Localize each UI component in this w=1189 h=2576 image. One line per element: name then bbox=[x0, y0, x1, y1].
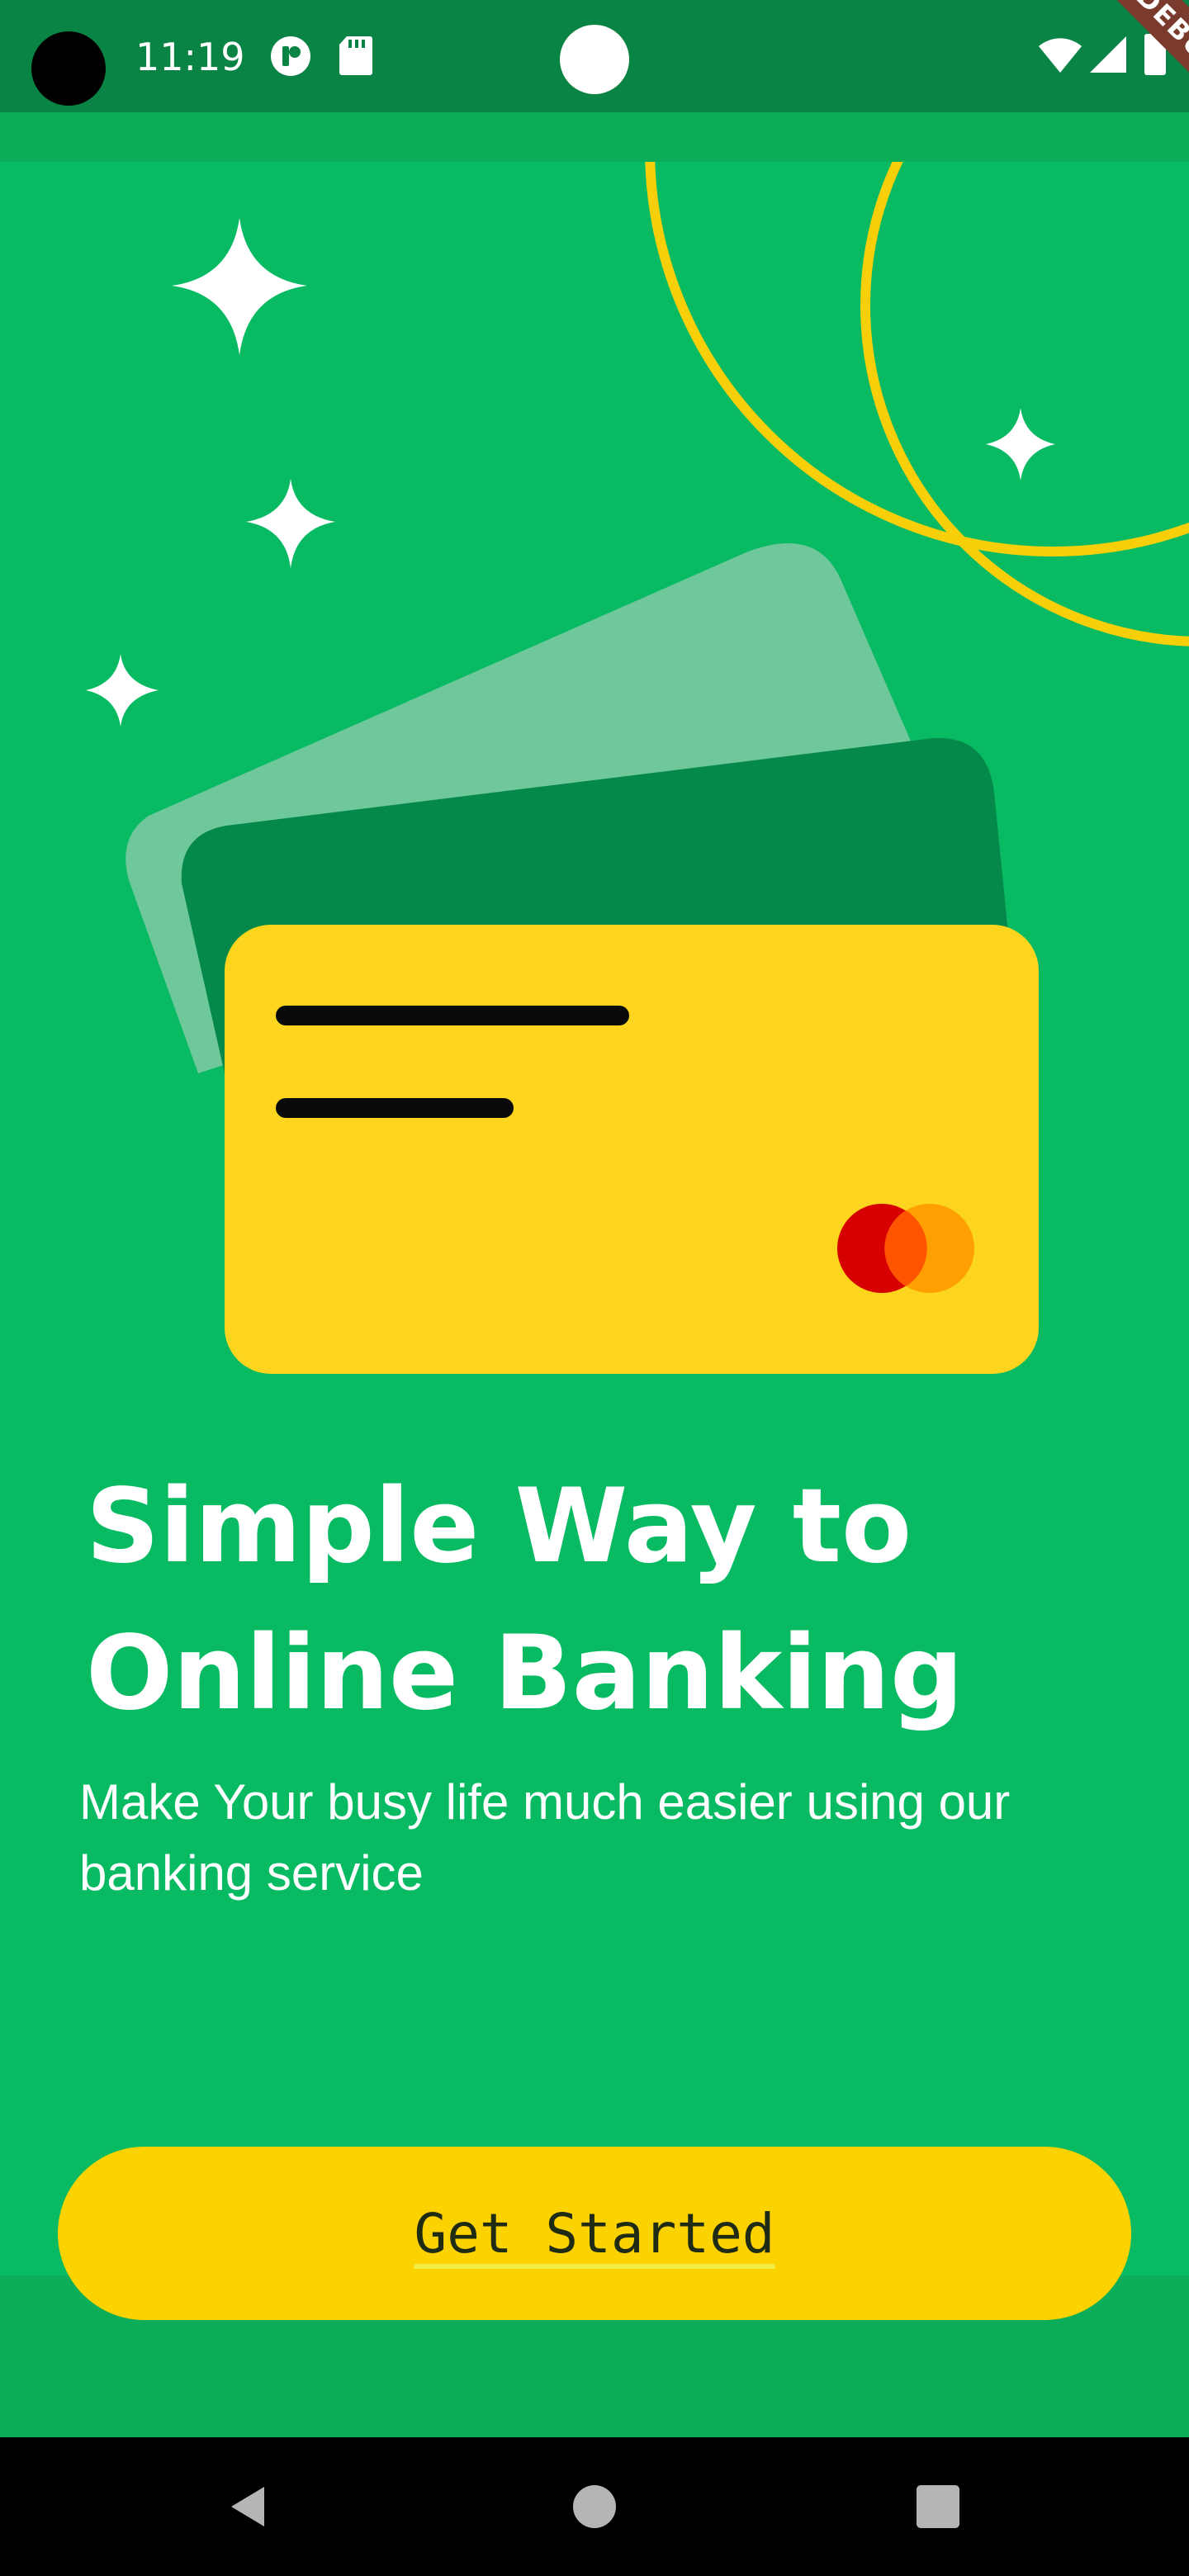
card-line-2 bbox=[276, 1098, 514, 1118]
card-front-yellow bbox=[225, 925, 1039, 1374]
page-title: Simple Way to Online Banking bbox=[86, 1453, 1077, 1747]
get-started-label: Get Started bbox=[414, 2201, 775, 2266]
mastercard-icon bbox=[837, 1204, 974, 1293]
card-line-1 bbox=[276, 1006, 629, 1025]
get-started-button[interactable]: Get Started bbox=[58, 2147, 1131, 2320]
sparkle-icon bbox=[172, 218, 307, 355]
status-bar: 11:19 bbox=[0, 0, 1189, 112]
sparkle-icon bbox=[246, 479, 335, 568]
title-line-1: Simple Way to bbox=[86, 1467, 912, 1586]
title-line-2: Online Banking bbox=[86, 1614, 964, 1733]
camera-cutout-icon bbox=[31, 31, 106, 106]
sparkle-icon bbox=[986, 408, 1055, 481]
back-icon[interactable] bbox=[208, 2467, 287, 2546]
system-nav-bar bbox=[0, 2437, 1189, 2576]
wifi-icon bbox=[1037, 36, 1083, 78]
cards-illustration bbox=[86, 162, 1189, 1374]
home-icon[interactable] bbox=[555, 2467, 634, 2546]
signal-icon bbox=[1088, 35, 1128, 78]
sd-card-icon bbox=[339, 35, 373, 79]
status-time: 11:19 bbox=[135, 35, 245, 79]
app-notification-icon bbox=[269, 35, 312, 81]
sensor-dot bbox=[560, 25, 629, 94]
recents-icon[interactable] bbox=[898, 2467, 978, 2546]
app-bar bbox=[0, 112, 1189, 162]
sparkle-icon bbox=[86, 654, 159, 727]
subtitle: Make Your busy life much easier using ou… bbox=[79, 1774, 1011, 1901]
